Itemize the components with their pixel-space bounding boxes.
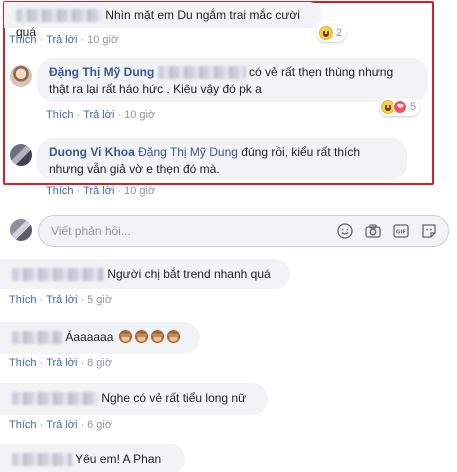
- comment-text-line2: thật ra lại rất háo hức . Kiêu vậy đó pk…: [49, 82, 262, 96]
- see-no-evil-monkey-icon: [150, 329, 164, 344]
- like-link[interactable]: Thích: [46, 109, 74, 121]
- comment-text-line1: có vẻ rất thẹn thùng nhưng: [249, 65, 394, 79]
- timestamp[interactable]: 8 giờ: [87, 357, 112, 369]
- timestamp[interactable]: 5 giờ: [87, 294, 112, 306]
- reply-link[interactable]: Trả lời: [83, 185, 114, 197]
- comment-text: Yêu em! A Phan: [75, 452, 162, 466]
- comment-text: Áaaaaaa: [65, 330, 114, 344]
- comment-actions: Thích · Trả lời · 6 giờ: [9, 419, 113, 431]
- comment-text: Người chị bắt trend nhanh quá: [107, 267, 271, 281]
- reaction-summary[interactable]: 5: [379, 98, 421, 116]
- comment-actions: Thích · Trả lời · 10 giờ: [9, 34, 119, 46]
- reaction-count: 5: [410, 101, 417, 113]
- blurred-author-name[interactable]: [12, 453, 72, 467]
- comment-actions: Thích · Trả lời · 10 giờ: [46, 185, 156, 197]
- svg-text:GIF: GIF: [396, 230, 407, 236]
- comment-text-line1: đúng rồi, kiểu rất thích: [241, 145, 361, 159]
- comment-text: Nghe có vẻ rất tiểu long nữ: [101, 391, 247, 405]
- comment-actions: Thích · Trả lời · 10 giờ: [46, 109, 156, 121]
- blurred-tag[interactable]: [157, 66, 246, 80]
- camera-icon[interactable]: [364, 222, 382, 240]
- tagged-name[interactable]: Đặng Thị Mỹ Dung: [138, 145, 238, 159]
- smiley-icon[interactable]: [336, 222, 354, 240]
- comment-bubble: Áaaaaaa: [0, 322, 200, 354]
- comment-bubble: Nhìn mặt em Du ngắm trai mắc cười quá: [4, 2, 322, 39]
- reply-link[interactable]: Trả lời: [83, 109, 114, 121]
- timestamp[interactable]: 10 giờ: [124, 185, 155, 197]
- haha-reaction-icon: [319, 26, 333, 40]
- comment-text-line2: nhưng vẫn giả vờ e thẹn đó mà.: [49, 162, 220, 176]
- like-link[interactable]: Thích: [9, 357, 37, 369]
- timestamp[interactable]: 6 giờ: [87, 419, 112, 431]
- reply-link[interactable]: Trả lời: [46, 357, 77, 369]
- comment-actions: Thích · Trả lời · 8 giờ: [9, 357, 113, 369]
- reply-link[interactable]: Trả lời: [46, 419, 77, 431]
- comment-author[interactable]: Đặng Thị Mỹ Dung: [49, 65, 154, 79]
- blurred-author-name[interactable]: [12, 331, 62, 345]
- reply-link[interactable]: Trả lời: [46, 34, 77, 46]
- comment-bubble: Duong Vi Khoa Đặng Thị Mỹ Dung đúng rồi,…: [37, 138, 407, 180]
- see-no-evil-monkey-icon: [166, 329, 180, 344]
- blurred-author-name[interactable]: [12, 392, 98, 406]
- comment-bubble: Nghe có vẻ rất tiểu long nữ: [0, 383, 268, 415]
- current-user-avatar: [10, 219, 32, 241]
- reply-link[interactable]: Trả lời: [46, 294, 77, 306]
- like-link[interactable]: Thích: [9, 419, 37, 431]
- see-no-evil-monkey-icon: [134, 329, 148, 344]
- like-link[interactable]: Thích: [46, 185, 74, 197]
- blurred-author-name[interactable]: [16, 9, 102, 23]
- comment-author[interactable]: Duong Vi Khoa: [49, 145, 135, 159]
- sticker-icon[interactable]: [420, 222, 438, 240]
- timestamp[interactable]: 10 giờ: [124, 109, 155, 121]
- comment-bubble: Đặng Thị Mỹ Dung có vẻ rất thẹn thùng nh…: [37, 58, 428, 102]
- see-no-evil-monkey-icon: [118, 329, 132, 344]
- avatar[interactable]: [10, 144, 32, 166]
- avatar[interactable]: [10, 65, 32, 87]
- timestamp[interactable]: 10 giờ: [87, 34, 118, 46]
- reaction-count: 2: [336, 27, 343, 39]
- blurred-author-name[interactable]: [12, 268, 104, 282]
- like-link[interactable]: Thích: [9, 294, 37, 306]
- comment-actions: Thích · Trả lời · 5 giờ: [9, 294, 113, 306]
- reaction-summary[interactable]: 2: [317, 24, 347, 42]
- love-reaction-icon: [393, 100, 407, 114]
- reply-toolbar: GIF: [336, 222, 438, 240]
- reply-input[interactable]: Viết phản hồi... GIF: [38, 215, 449, 247]
- reply-placeholder: Viết phản hồi...: [51, 224, 131, 238]
- like-link[interactable]: Thích: [9, 34, 37, 46]
- comment-bubble: Yêu em! A Phan: [0, 444, 185, 472]
- gif-icon[interactable]: GIF: [392, 222, 410, 240]
- comment-bubble: Người chị bắt trend nhanh quá: [0, 259, 290, 289]
